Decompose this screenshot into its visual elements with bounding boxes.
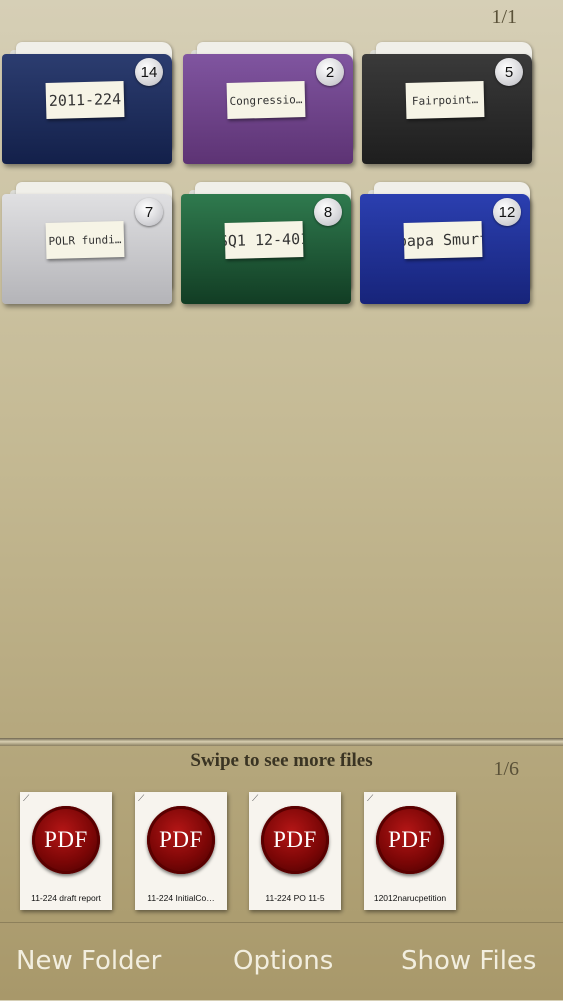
file-name: 11-224 draft report: [31, 893, 101, 903]
folder-label: 2011-224: [45, 80, 125, 120]
pdf-icon: PDF: [147, 806, 215, 874]
folder-sq1-12-401[interactable]: SQ1 12-401 8: [181, 176, 356, 306]
show-files-button[interactable]: Show Files: [401, 946, 536, 976]
page-corner-icon: ⟋: [23, 794, 30, 804]
file-name: 11-224 InitialCo…: [147, 893, 215, 903]
folder-count-badge: 2: [316, 58, 344, 86]
file-item[interactable]: ⟋ PDF 12012narucpetition: [364, 792, 456, 910]
folder-label: Fairpoint…: [405, 80, 485, 120]
pdf-icon: PDF: [261, 806, 329, 874]
swipe-hint: Swipe to see more files: [190, 750, 373, 771]
page-corner-icon: ⟋: [252, 794, 259, 804]
folder-label: SQ1 12-401: [224, 220, 304, 260]
pdf-icon: PDF: [376, 806, 444, 874]
folder-count-badge: 7: [135, 198, 163, 226]
pdf-icon: PDF: [32, 806, 100, 874]
folder-count-badge: 5: [495, 58, 523, 86]
file-item[interactable]: ⟋ PDF 11-224 draft report: [20, 792, 112, 910]
folder-congressio[interactable]: Congressio… 2: [183, 36, 358, 166]
page-corner-icon: ⟋: [367, 794, 374, 804]
file-name: 12012narucpetition: [373, 893, 447, 903]
options-button[interactable]: Options: [233, 946, 333, 976]
page-corner-icon: ⟋: [138, 794, 145, 804]
folder-label: papa Smurf: [403, 220, 483, 260]
folder-grid: 2011-224 14 Congressio… 2 Fairpoint… 5 P…: [0, 0, 563, 310]
folder-papa-smurf[interactable]: papa Smurf 12: [360, 176, 535, 306]
file-name: 11-224 PO 11-5: [265, 893, 325, 903]
file-item[interactable]: ⟋ PDF 11-224 PO 11-5: [249, 792, 341, 910]
bottom-toolbar: New Folder Options Show Files: [0, 922, 563, 1001]
folder-2011-224[interactable]: 2011-224 14: [2, 36, 177, 166]
folder-count-badge: 14: [135, 58, 163, 86]
new-folder-button[interactable]: New Folder: [16, 946, 161, 976]
folder-fairpoint[interactable]: Fairpoint… 5: [362, 36, 537, 166]
folder-label: Congressio…: [226, 80, 306, 120]
folder-polr-fundi[interactable]: POLR fundi… 7: [2, 176, 177, 306]
shelf-divider: [0, 738, 563, 746]
file-item[interactable]: ⟋ PDF 11-224 InitialCo…: [135, 792, 227, 910]
folder-count-badge: 12: [493, 198, 521, 226]
folder-count-badge: 8: [314, 198, 342, 226]
folder-label: POLR fundi…: [45, 220, 125, 260]
files-page-indicator: 1/6: [493, 758, 519, 780]
